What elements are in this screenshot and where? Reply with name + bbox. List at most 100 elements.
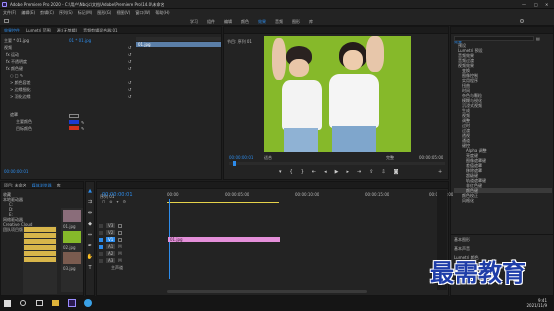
new-bin-icon[interactable]: ▤: [536, 36, 540, 41]
lock-icon[interactable]: [99, 223, 103, 228]
marker-icon[interactable]: ▾: [116, 199, 118, 204]
track-label-a1[interactable]: A1: [106, 244, 116, 249]
menu-marker[interactable]: 标记(M): [78, 10, 93, 15]
task-view-icon[interactable]: [36, 300, 43, 306]
home-icon[interactable]: [4, 19, 9, 23]
track-label-v1[interactable]: V1: [106, 237, 116, 242]
search-taskbar-icon[interactable]: [20, 300, 26, 306]
track-label-v3[interactable]: V3: [106, 223, 116, 228]
color-swatch[interactable]: [69, 114, 79, 118]
thumbnail-image[interactable]: [63, 252, 81, 264]
hand-icon[interactable]: ✋: [87, 254, 93, 260]
tab-lumetri-scopes[interactable]: Lumetri 范围: [26, 28, 51, 32]
folder-icon[interactable]: [24, 227, 56, 232]
source-patch-icon[interactable]: [99, 244, 103, 249]
menu-graphics[interactable]: 图形(G): [97, 10, 111, 15]
timeline-scrollbar[interactable]: [167, 290, 367, 293]
eyedropper-icon[interactable]: ✎: [81, 120, 84, 125]
browser-taskbar-icon[interactable]: [84, 299, 92, 307]
lock-icon[interactable]: [99, 230, 103, 235]
menu-sequence[interactable]: 序列(S): [59, 10, 73, 15]
key-color-swatch[interactable]: [69, 120, 79, 124]
mute-icon[interactable]: M: [118, 258, 121, 263]
playhead-icon[interactable]: [233, 161, 236, 166]
thumbnail-image[interactable]: [63, 210, 81, 222]
tab-audio-mixer[interactable]: 音频剪辑混合器:01: [83, 28, 117, 32]
effects-item[interactable]: 风格化: [454, 198, 552, 203]
menu-help[interactable]: 帮助(H): [155, 10, 169, 15]
reset-icon[interactable]: ↺: [128, 45, 131, 50]
tab-source[interactable]: 源:(无剪辑): [57, 28, 77, 32]
mark-out-icon[interactable]: }: [301, 169, 304, 175]
program-scrubber[interactable]: [229, 161, 445, 166]
tab-project[interactable]: 项目: 未命名: [4, 183, 27, 187]
mute-icon[interactable]: M: [118, 244, 121, 249]
lock-icon[interactable]: [99, 251, 103, 256]
lock-icon[interactable]: [99, 258, 103, 263]
minimize-icon[interactable]: —: [522, 2, 526, 7]
workspace-color[interactable]: 颜色: [241, 19, 249, 24]
ec-row-color-key[interactable]: fx 颜色键: [6, 66, 23, 71]
linked-icon[interactable]: ⊗: [109, 199, 112, 204]
menu-clip[interactable]: 剪辑(C): [40, 10, 54, 15]
tab-program[interactable]: 节目: 序列 01: [227, 39, 252, 44]
selection-tool-icon[interactable]: ▲: [88, 188, 92, 194]
target-color-swatch[interactable]: [69, 126, 79, 130]
work-area-bar[interactable]: [167, 202, 279, 203]
folder-icon[interactable]: [24, 257, 56, 262]
ec-mask-tools[interactable]: ○ □ ✎: [10, 73, 23, 78]
snap-icon[interactable]: ⊓: [102, 199, 105, 204]
tab-libraries[interactable]: 库: [57, 183, 61, 187]
slip-icon[interactable]: ⇔: [88, 232, 92, 238]
menu-edit[interactable]: 编辑(E): [21, 10, 35, 15]
folder-icon[interactable]: [24, 251, 56, 256]
program-timecode-left[interactable]: 00:00:00:01: [229, 155, 253, 160]
workspace-audio[interactable]: 音频: [275, 19, 283, 24]
step-forward-icon[interactable]: ▸: [346, 169, 349, 175]
mark-in-icon[interactable]: {: [290, 169, 293, 175]
eye-icon[interactable]: [118, 223, 123, 228]
timeline-clip[interactable]: 01.jpg: [168, 237, 280, 242]
menu-window[interactable]: 窗口(W): [135, 10, 150, 15]
lift-icon[interactable]: ⇪: [369, 169, 373, 175]
workspace-libraries[interactable]: 库: [309, 19, 313, 24]
menu-view[interactable]: 视图(V): [116, 10, 130, 15]
maximize-icon[interactable]: □: [534, 2, 538, 7]
track-label-v2[interactable]: V2: [106, 230, 116, 235]
ec-row-motion[interactable]: fx 运动: [6, 52, 19, 57]
track-label-a2[interactable]: A2: [106, 251, 116, 256]
program-fit-select[interactable]: 适合: [264, 155, 272, 160]
eyedropper-icon-2[interactable]: ✎: [81, 126, 84, 131]
folder-icon[interactable]: [24, 239, 56, 244]
ec-row-tolerance[interactable]: > 颜色容差: [10, 80, 31, 85]
eye-icon[interactable]: [118, 237, 123, 242]
program-quality-select[interactable]: 完整: [386, 155, 394, 160]
wrench-icon[interactable]: ⚙: [123, 199, 127, 204]
razor-icon[interactable]: ◆: [88, 221, 92, 227]
type-icon[interactable]: T: [88, 265, 91, 271]
panel-essential-graphics[interactable]: 基本图形: [451, 235, 553, 244]
track-label-a3[interactable]: A3: [106, 258, 116, 263]
workspace-edit[interactable]: 编辑: [224, 19, 232, 24]
pen-icon[interactable]: ✒: [88, 243, 92, 249]
workspace-learn[interactable]: 学习: [190, 19, 198, 24]
reset-icon[interactable]: ↺: [128, 59, 131, 64]
file-explorer-icon[interactable]: [52, 300, 59, 306]
panel-essential-sound[interactable]: 基本声音: [451, 244, 553, 253]
step-back-icon[interactable]: ◂: [324, 169, 327, 175]
mute-icon[interactable]: M: [118, 251, 121, 256]
export-frame-icon[interactable]: ◙: [394, 169, 399, 175]
tab-media-browser[interactable]: 媒体浏览器: [32, 183, 52, 187]
folder-icon[interactable]: [24, 233, 56, 238]
close-icon[interactable]: ✕: [545, 2, 548, 7]
tab-effect-controls[interactable]: 效果控件: [4, 28, 20, 32]
source-patch-icon[interactable]: [99, 237, 103, 242]
reset-icon[interactable]: ↺: [128, 94, 131, 99]
reset-icon[interactable]: ↺: [128, 87, 131, 92]
extract-icon[interactable]: ⇩: [381, 169, 385, 175]
workspace-effects[interactable]: 效果: [258, 19, 266, 24]
workspace-assembly[interactable]: 组件: [207, 19, 215, 24]
search-icon[interactable]: [520, 19, 524, 23]
plus-icon[interactable]: +: [438, 169, 442, 175]
effects-search-input[interactable]: [454, 36, 534, 41]
